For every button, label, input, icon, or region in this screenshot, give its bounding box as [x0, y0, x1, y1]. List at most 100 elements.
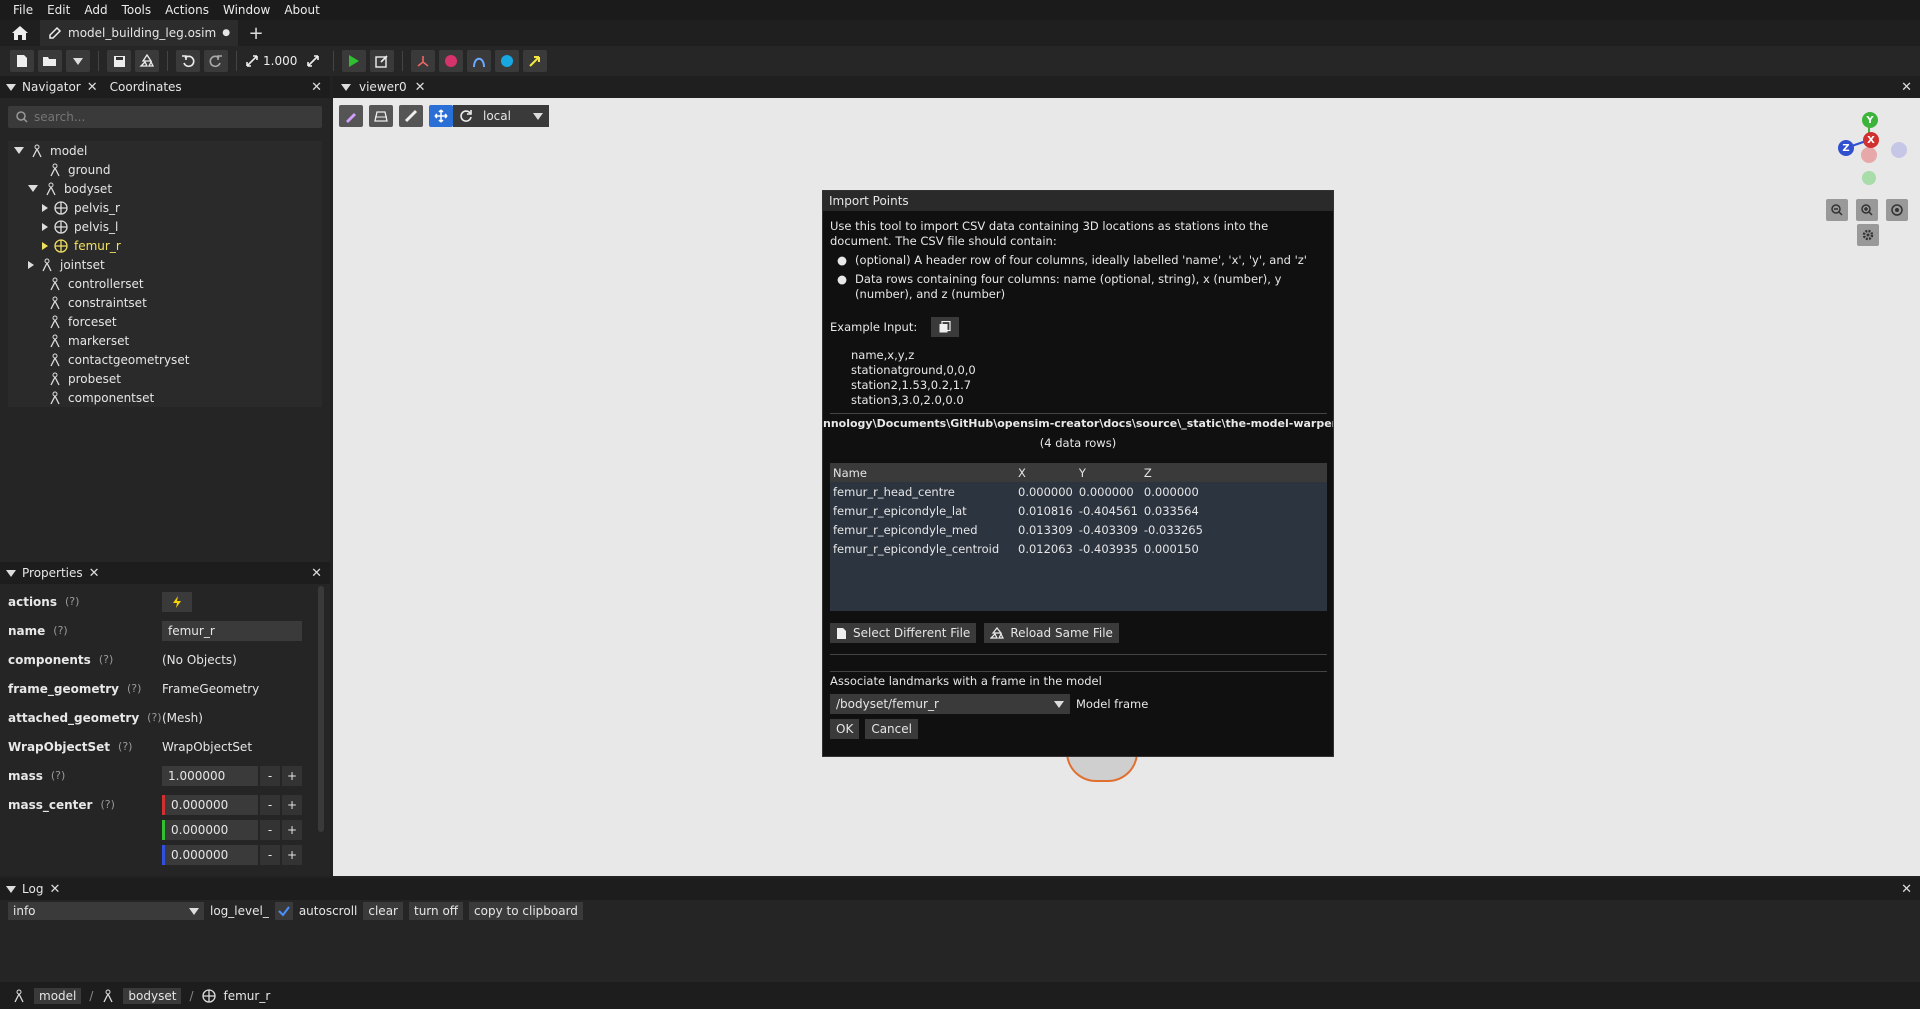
help-marker[interactable]: (?): [99, 653, 113, 666]
autofocus-button[interactable]: [1886, 199, 1908, 221]
tree-item-ground[interactable]: ground: [8, 160, 322, 179]
zoom-in-button[interactable]: [1856, 199, 1878, 221]
expand-toggle-icon[interactable]: [14, 147, 24, 154]
expand-toggle-icon[interactable]: [28, 260, 34, 269]
translate-gizmo-button[interactable]: [429, 105, 453, 127]
recent-files-dropdown[interactable]: [66, 50, 90, 72]
breadcrumb-femur-r[interactable]: femur_r: [224, 989, 271, 1003]
actions-button[interactable]: [162, 591, 192, 612]
decrement-button[interactable]: -: [260, 765, 280, 786]
toggle-forces-button[interactable]: [523, 50, 548, 72]
scale-factor-value[interactable]: 1.000: [263, 54, 297, 68]
close-icon[interactable]: ✕: [49, 882, 60, 897]
mass-center-y-input[interactable]: 0.000000: [162, 819, 258, 840]
increment-button[interactable]: +: [282, 765, 302, 786]
tree-item-markerset[interactable]: markerset: [8, 331, 322, 350]
tree-item-femur-r[interactable]: femur_r: [8, 236, 322, 255]
log-level-dropdown[interactable]: info: [8, 902, 204, 920]
increment-button[interactable]: +: [282, 844, 302, 865]
select-different-file-button[interactable]: Select Different File: [830, 623, 977, 643]
toggle-frames-button[interactable]: [411, 50, 436, 72]
collapse-icon[interactable]: [341, 83, 351, 91]
menu-tools[interactable]: Tools: [115, 3, 159, 17]
tree-item-bodyset[interactable]: bodyset: [8, 179, 322, 198]
property-value[interactable]: WrapObjectSet: [162, 740, 252, 754]
turn-off-button[interactable]: turn off: [408, 902, 464, 920]
tree-item-controllerset[interactable]: controllerset: [8, 274, 322, 293]
axes-gizmo[interactable]: Y X Z: [1826, 108, 1916, 188]
column-header[interactable]: Z: [1141, 463, 1327, 482]
open-file-button[interactable]: [38, 50, 62, 72]
tree-item-pelvis-r[interactable]: pelvis_r: [8, 198, 322, 217]
breadcrumb-bodyset[interactable]: bodyset: [123, 987, 182, 1004]
new-file-button[interactable]: [10, 50, 34, 72]
increment-button[interactable]: +: [282, 794, 302, 815]
decrement-button[interactable]: -: [260, 844, 280, 865]
axis-y-label[interactable]: Y: [1862, 112, 1878, 128]
increment-button[interactable]: +: [282, 819, 302, 840]
expand-toggle-icon[interactable]: [42, 222, 48, 231]
tree-item-contactgeometryset[interactable]: contactgeometryset: [8, 350, 322, 369]
axis-x-label[interactable]: X: [1863, 132, 1879, 148]
property-value[interactable]: FrameGeometry: [162, 682, 259, 696]
close-icon[interactable]: ✕: [89, 566, 100, 581]
log-tab[interactable]: Log: [22, 882, 43, 896]
properties-tab[interactable]: Properties: [22, 566, 83, 580]
add-tab-button[interactable]: +: [238, 20, 274, 46]
menu-about[interactable]: About: [277, 3, 326, 17]
viewer-options-button[interactable]: [339, 105, 363, 127]
close-icon[interactable]: ✕: [311, 566, 322, 581]
autoscale-button[interactable]: [301, 50, 325, 72]
viewer-scene-button[interactable]: [369, 105, 393, 127]
clear-button[interactable]: clear: [363, 902, 403, 920]
expand-toggle-icon[interactable]: [42, 241, 48, 250]
close-icon[interactable]: ✕: [1901, 882, 1912, 897]
close-icon[interactable]: ✕: [87, 80, 98, 95]
tree-item-probeset[interactable]: probeset: [8, 369, 322, 388]
help-marker[interactable]: (?): [100, 798, 114, 811]
tree-item-forceset[interactable]: forceset: [8, 312, 322, 331]
column-header[interactable]: X: [1015, 463, 1076, 482]
copy-to-clipboard-button[interactable]: copy to clipboard: [469, 902, 583, 920]
close-icon[interactable]: ✕: [1901, 80, 1912, 95]
menu-file[interactable]: File: [6, 3, 40, 17]
close-icon[interactable]: ✕: [415, 80, 426, 95]
properties-scrollbar[interactable]: [318, 586, 324, 832]
help-marker[interactable]: (?): [127, 682, 141, 695]
column-header[interactable]: Name: [830, 463, 1015, 482]
help-marker[interactable]: (?): [118, 740, 132, 753]
tree-item-pelvis-l[interactable]: pelvis_l: [8, 217, 322, 236]
mass-center-z-input[interactable]: 0.000000: [162, 844, 258, 865]
close-icon[interactable]: ✕: [311, 80, 322, 95]
collapse-icon[interactable]: [6, 569, 16, 577]
expand-toggle-icon[interactable]: [28, 185, 38, 192]
expand-toggle-icon[interactable]: [42, 203, 48, 212]
toggle-markers-button[interactable]: [439, 50, 464, 72]
tree-item-jointset[interactable]: jointset: [8, 255, 322, 274]
reload-button[interactable]: [135, 50, 159, 72]
collapse-icon[interactable]: [6, 83, 16, 91]
frame-select-dropdown[interactable]: /bodyset/femur_r: [830, 694, 1070, 714]
edit-simulation-button[interactable]: [370, 50, 395, 72]
save-button[interactable]: [107, 50, 131, 72]
scene-scale-control[interactable]: 1.000: [245, 50, 297, 72]
undo-button[interactable]: [176, 50, 200, 72]
home-tab[interactable]: [0, 20, 40, 46]
tree-item-model[interactable]: model: [8, 141, 322, 160]
measure-button[interactable]: [399, 105, 423, 127]
name-input[interactable]: femur_r: [162, 620, 302, 641]
gizmo-mode-dropdown[interactable]: local: [453, 105, 549, 127]
column-header[interactable]: Y: [1076, 463, 1141, 482]
help-marker[interactable]: (?): [65, 595, 79, 608]
coordinates-tab[interactable]: Coordinates: [110, 80, 182, 94]
menu-window[interactable]: Window: [216, 3, 277, 17]
decrement-button[interactable]: -: [260, 819, 280, 840]
toggle-contact-geometry-button[interactable]: [495, 50, 520, 72]
simulate-button[interactable]: [342, 50, 367, 72]
dialog-title[interactable]: Import Points: [823, 191, 1333, 211]
zoom-out-button[interactable]: [1826, 199, 1848, 221]
menu-actions[interactable]: Actions: [158, 3, 216, 17]
reload-same-file-button[interactable]: Reload Same File: [984, 623, 1119, 643]
copy-example-button[interactable]: [931, 317, 960, 337]
search-input[interactable]: [34, 110, 304, 124]
